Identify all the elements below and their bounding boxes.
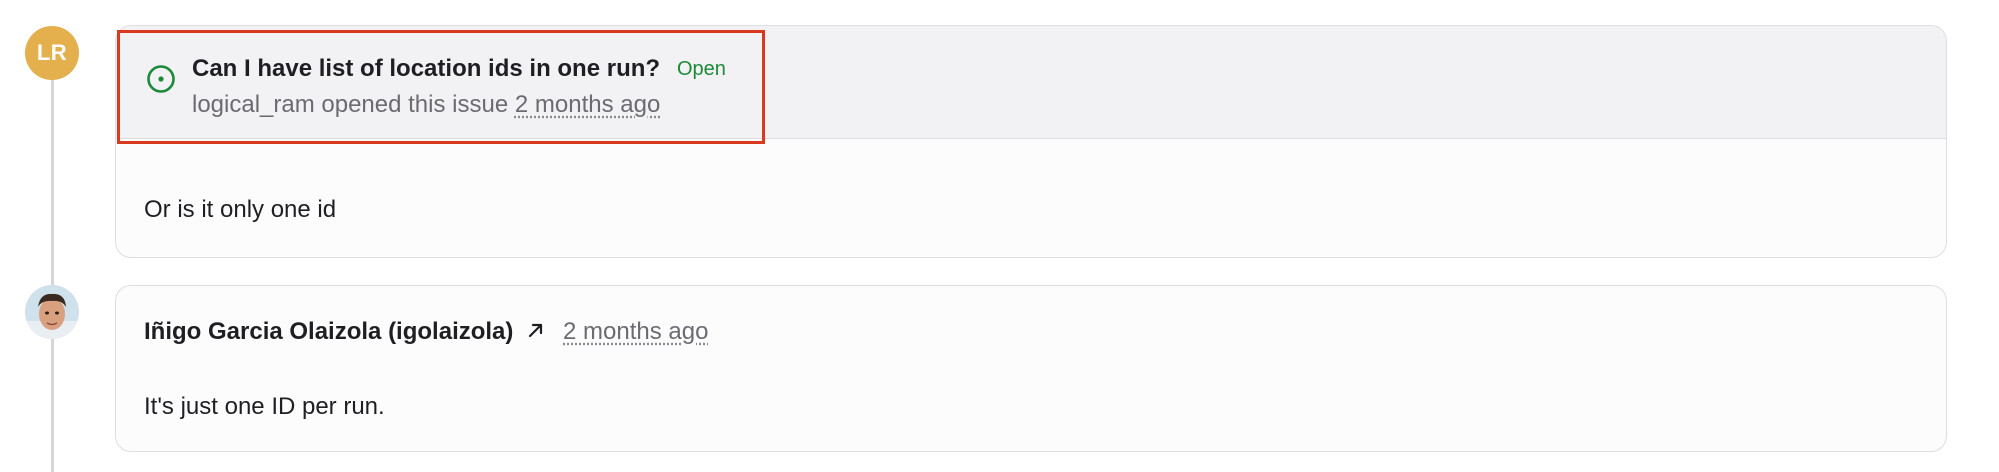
issue-meta: logical_ram opened this issue 2 months a… xyxy=(192,91,660,119)
comment-card xyxy=(115,285,1947,452)
issue-title: Can I have list of location ids in one r… xyxy=(192,55,661,82)
comment-timestamp-text[interactable]: 2 months ago xyxy=(563,318,708,345)
external-link-icon[interactable] xyxy=(524,318,548,342)
comment-timestamp[interactable]: 2 months ago xyxy=(563,318,708,346)
avatar-photo-image xyxy=(25,285,79,339)
avatar-initials: LR xyxy=(36,40,68,65)
issue-body: Or is it only one id xyxy=(144,196,337,223)
comment-body: It's just one ID per run. xyxy=(144,393,385,420)
comment-author[interactable]: Iñigo Garcia Olaizola (igolaizola) xyxy=(144,318,513,346)
timeline-line xyxy=(51,76,54,472)
issue-meta-text: logical_ram opened this issue xyxy=(192,91,509,118)
avatar[interactable] xyxy=(25,285,79,339)
status-badge: Open xyxy=(677,58,726,80)
issue-timestamp[interactable]: 2 months ago xyxy=(515,91,660,118)
avatar[interactable]: LR xyxy=(25,26,79,80)
issue-open-icon xyxy=(147,65,175,93)
